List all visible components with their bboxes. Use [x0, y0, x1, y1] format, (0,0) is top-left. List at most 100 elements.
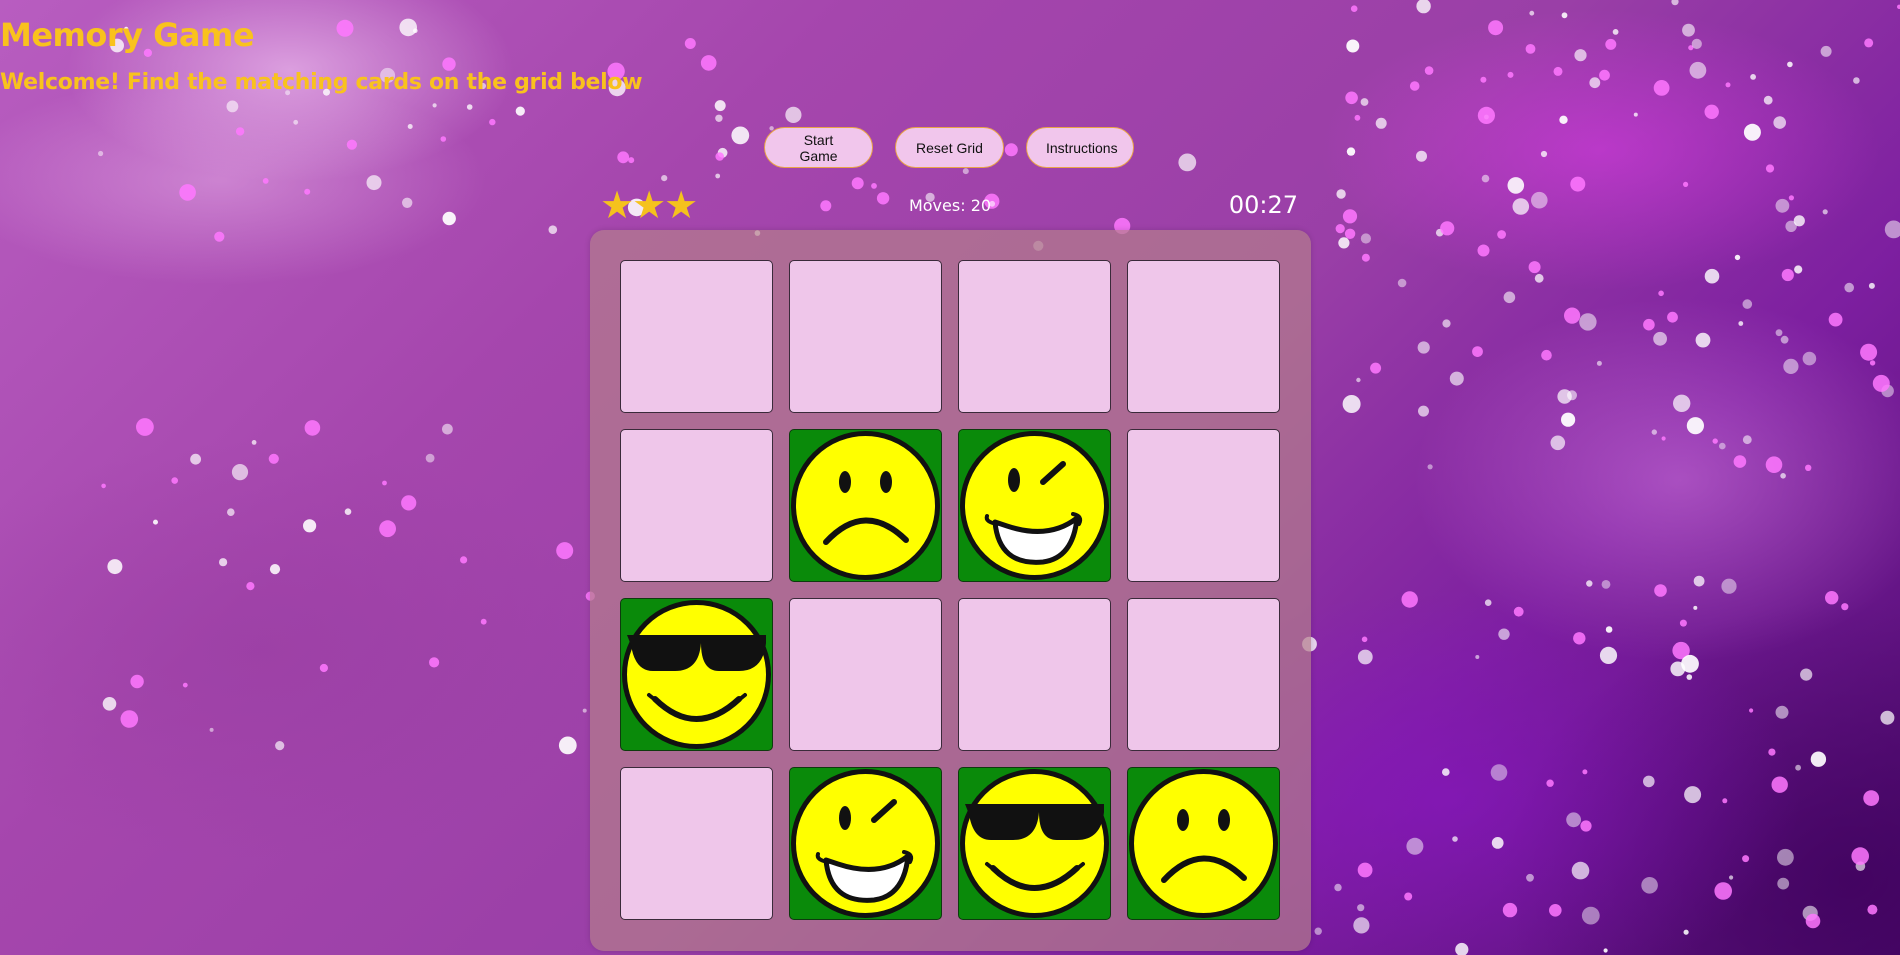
card-deck [590, 230, 1311, 951]
memory-card[interactable] [958, 767, 1111, 920]
sparkle [1603, 948, 1608, 953]
sparkle [1643, 775, 1655, 788]
sparkle [1567, 390, 1577, 401]
sparkle [715, 173, 721, 179]
sparkle [1481, 174, 1490, 183]
sparkle [1872, 374, 1890, 392]
memory-card[interactable] [620, 429, 773, 582]
memory-card[interactable] [958, 598, 1111, 751]
sparkle [268, 453, 279, 464]
sparkle [1417, 341, 1430, 354]
sparkle [1693, 605, 1698, 610]
sparkle [275, 741, 285, 751]
memory-card[interactable] [789, 598, 942, 751]
memory-card[interactable] [958, 260, 1111, 413]
sparkle [402, 197, 413, 208]
sparkle [1528, 261, 1541, 274]
sparkle [1884, 220, 1900, 239]
sparkle [1353, 917, 1370, 934]
sparkle [1788, 195, 1794, 201]
sparkle [1641, 877, 1658, 894]
sparkle [1361, 636, 1368, 643]
sparkle [319, 663, 328, 673]
welcome-subtitle: Welcome! Find the matching cards on the … [0, 70, 643, 95]
sparkle [235, 127, 245, 136]
sparkle [715, 152, 724, 161]
sparkle [1851, 847, 1869, 865]
start-game-button[interactable]: Start Game [764, 127, 873, 168]
memory-card[interactable] [1127, 429, 1280, 582]
sparkle [1484, 114, 1489, 120]
memory-card[interactable] [789, 767, 942, 920]
memory-card[interactable] [1127, 767, 1280, 920]
sparkle [1529, 10, 1535, 16]
sparkle [1534, 273, 1544, 283]
sparkle [1802, 351, 1817, 366]
sparkle [1822, 209, 1828, 215]
sparkle [1557, 389, 1572, 404]
sparkle [1667, 311, 1678, 323]
sparkle [304, 420, 321, 436]
sparkle [1780, 473, 1786, 479]
sparkle [442, 211, 456, 226]
sparkle [1314, 927, 1322, 935]
sparkle [1775, 329, 1783, 337]
sparkle [558, 736, 577, 755]
sparkle [1596, 360, 1602, 366]
sparkle [1513, 606, 1524, 617]
sparkle [251, 440, 257, 445]
instructions-button[interactable]: Instructions [1026, 127, 1134, 168]
sparkle [1661, 436, 1666, 441]
sparkle [1546, 779, 1554, 787]
sparkle [1404, 892, 1413, 901]
memory-card[interactable] [789, 429, 942, 582]
memory-card[interactable] [789, 260, 942, 413]
sparkle [269, 564, 281, 575]
sparkle [1672, 641, 1690, 660]
memory-card[interactable] [620, 260, 773, 413]
sparkle [1601, 580, 1611, 589]
sparkle [1679, 619, 1687, 627]
memory-card[interactable] [1127, 598, 1280, 751]
sparkle [1712, 438, 1718, 444]
sparkle [1683, 929, 1689, 935]
sparkle [1581, 906, 1600, 925]
memory-card[interactable] [958, 429, 1111, 582]
sparkle [1406, 837, 1424, 855]
sparkle [1440, 221, 1455, 236]
sparkle [714, 100, 726, 112]
sparkle [262, 178, 269, 184]
sparkle [1397, 278, 1407, 288]
sparkle [1344, 228, 1356, 239]
sparkle [1475, 655, 1480, 659]
sparkle [1570, 176, 1586, 192]
sparkle [102, 697, 117, 711]
sparkle [366, 175, 382, 191]
reset-grid-button[interactable]: Reset Grid [895, 127, 1004, 168]
sparkle [489, 118, 496, 126]
sparkle [1541, 349, 1552, 361]
sparkle [1643, 318, 1655, 331]
memory-card[interactable] [620, 598, 773, 751]
sparkle [1549, 904, 1562, 917]
sparkle [582, 708, 587, 713]
sparkle [1599, 646, 1618, 665]
sparkle [1477, 244, 1490, 257]
sparkle [1580, 820, 1592, 832]
sparkle [1768, 748, 1776, 756]
sparkle [401, 495, 417, 511]
sparkle [1794, 265, 1803, 274]
memory-card[interactable] [1127, 260, 1280, 413]
sparkle [715, 114, 723, 123]
sparkle [661, 175, 668, 182]
memory-card[interactable] [620, 767, 773, 920]
sparkle [515, 106, 525, 116]
sparkle [1729, 875, 1734, 880]
sparkle [101, 483, 106, 489]
sparkle [190, 453, 202, 465]
sparkle [1356, 377, 1361, 383]
sparkle [246, 582, 255, 591]
sparkle [1350, 5, 1358, 12]
sparkle [1550, 435, 1566, 451]
sparkle [1810, 751, 1827, 767]
